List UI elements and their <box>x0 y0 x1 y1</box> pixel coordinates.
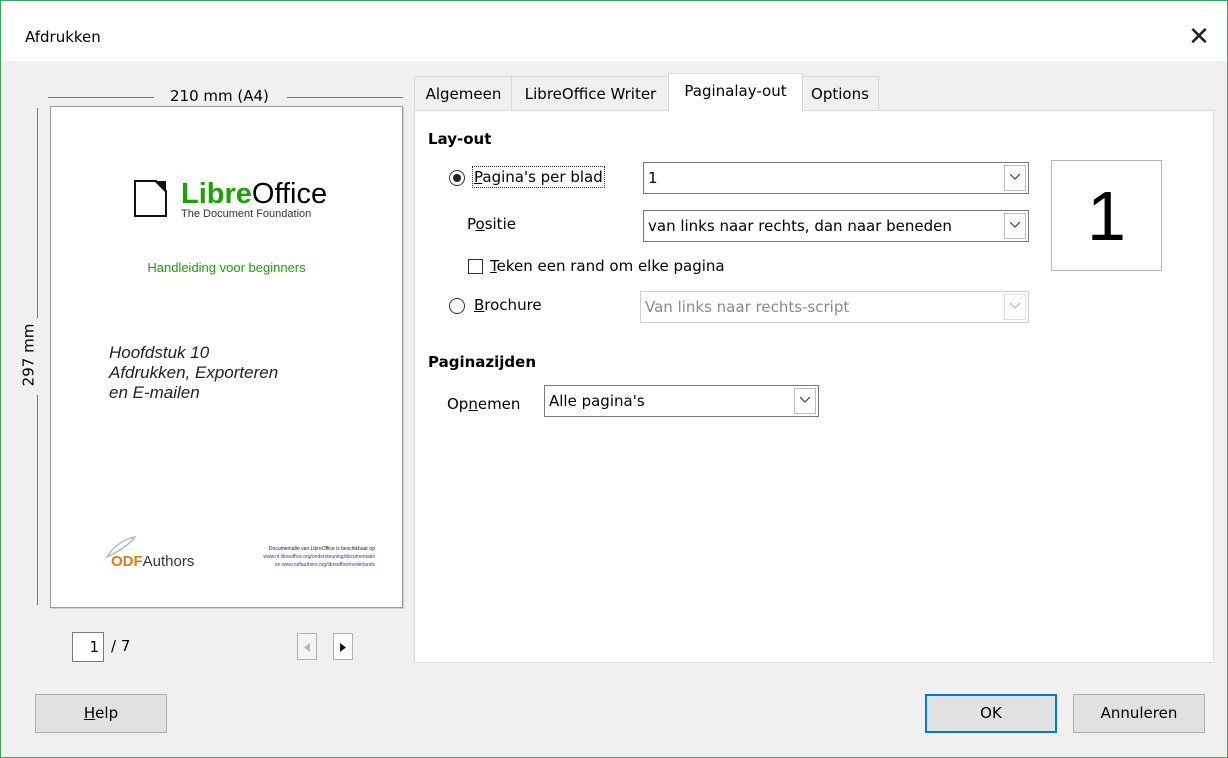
tab-options[interactable]: Options <box>801 76 879 111</box>
brochure-radio[interactable] <box>449 298 465 314</box>
chevron-down-icon <box>800 397 810 403</box>
position-select[interactable]: van links naar rechts, dan naar beneden <box>643 210 1029 242</box>
page-preview: LibreOffice The Document Foundation Hand… <box>50 106 403 608</box>
brochure-direction-select: Van links naar rechts-script <box>640 291 1029 323</box>
next-page-button[interactable] <box>333 633 353 660</box>
chapter-title: Hoofdstuk 10 Afdrukken, Exporteren en E-… <box>109 343 279 402</box>
preview-width-label: 210 mm (A4) <box>170 87 269 105</box>
libreoffice-logo-text: LibreOffice <box>181 178 328 210</box>
title-bar: Afdrukken ✕ <box>1 1 1227 61</box>
pages-per-sheet-select[interactable]: 1 <box>643 162 1029 194</box>
tab-paginalay-out[interactable]: Paginalay-out <box>668 73 803 112</box>
height-guide-bottom <box>37 395 38 605</box>
position-label: Positie <box>467 215 516 233</box>
chevron-left-icon <box>304 643 310 652</box>
draw-border-label[interactable]: Teken een rand om elke pagina <box>490 257 725 275</box>
previous-page-button[interactable] <box>297 633 317 660</box>
include-pages-select[interactable]: Alle pagina's <box>544 385 819 417</box>
include-label: Opnemen <box>447 395 521 413</box>
height-guide-top <box>37 108 38 318</box>
chevron-down-icon <box>1010 222 1020 228</box>
draw-border-checkbox[interactable] <box>468 259 483 274</box>
width-guide-left <box>48 97 154 98</box>
logo-subtitle: The Document Foundation <box>181 208 312 220</box>
preview-fineprint: Documentatie van LibreOffice is beschikb… <box>263 546 375 568</box>
odfauthors-logo: ODFAuthors <box>111 553 195 570</box>
chevron-right-icon <box>340 643 346 652</box>
pages-per-sheet-radio[interactable] <box>449 170 465 186</box>
tab-libreoffice-writer[interactable]: LibreOffice Writer <box>511 76 670 111</box>
help-button[interactable]: Help <box>35 694 167 733</box>
preview-height-label: 297 mm <box>19 323 38 387</box>
dialog-title: Afdrukken <box>25 28 101 46</box>
brochure-label[interactable]: Brochure <box>474 296 542 314</box>
page-number-input[interactable]: 1 <box>72 632 104 662</box>
tab-algemeen[interactable]: Algemeen <box>414 76 513 111</box>
guide-title: Handleiding voor beginners <box>147 260 306 275</box>
close-icon[interactable]: ✕ <box>1181 19 1217 55</box>
layout-section-title: Lay-out <box>428 130 492 148</box>
pages-per-sheet-label[interactable]: Pagina's per blad <box>472 166 605 188</box>
chevron-down-icon <box>1010 303 1020 309</box>
libreoffice-document-icon <box>134 180 167 217</box>
page-total-label: / 7 <box>111 637 131 655</box>
width-guide-right <box>287 97 403 98</box>
pages-per-sheet-preview: 1 <box>1051 160 1162 271</box>
cancel-button[interactable]: Annuleren <box>1073 694 1205 733</box>
ok-button[interactable]: OK <box>925 694 1057 733</box>
page-sides-section-title: Paginazijden <box>428 353 536 371</box>
chevron-down-icon <box>1010 174 1020 180</box>
